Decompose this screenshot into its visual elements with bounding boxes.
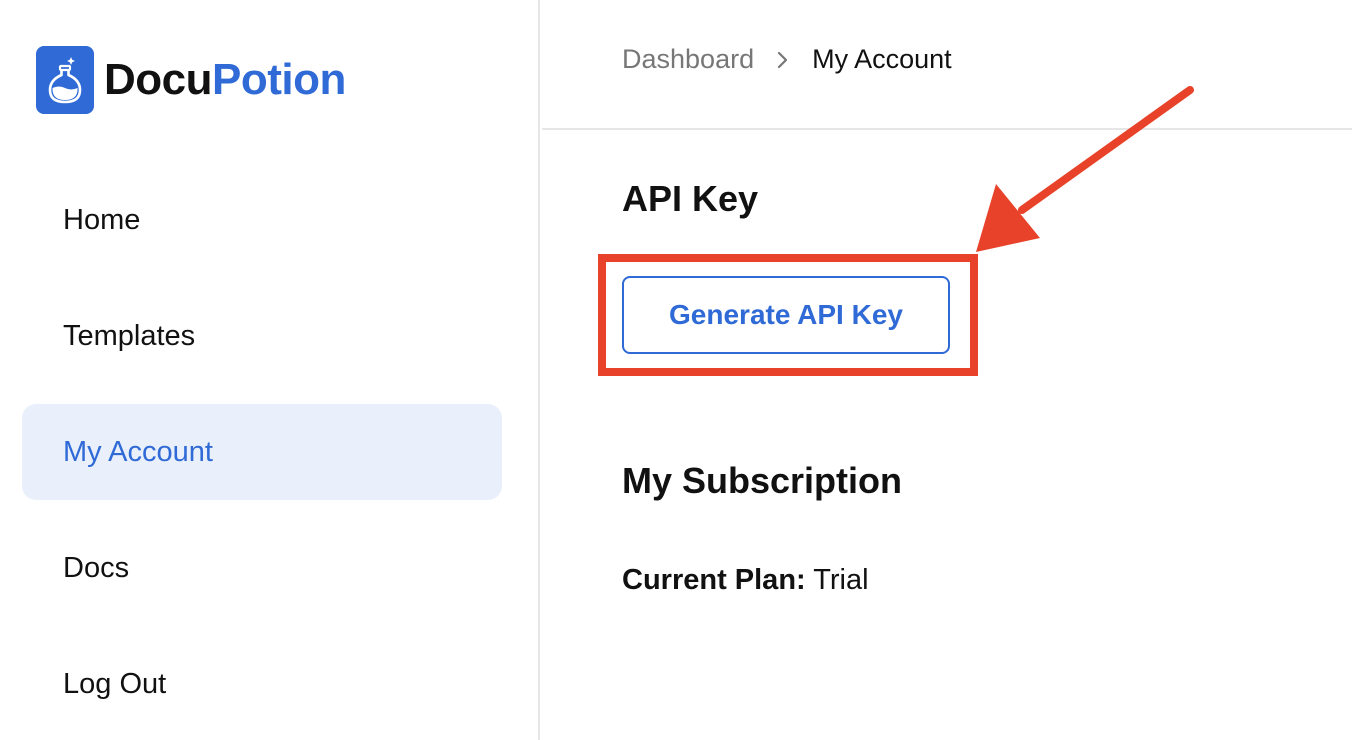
sidebar-item-home[interactable]: Home [22, 172, 502, 268]
sidebar-item-my-account[interactable]: My Account [22, 404, 502, 500]
current-plan-value: Trial [813, 564, 869, 596]
sidebar-item-docs[interactable]: Docs [22, 520, 502, 616]
brand-name-part2: Potion [212, 55, 346, 104]
sidebar-item-label: Home [63, 203, 141, 236]
sidebar-item-label: Templates [63, 319, 196, 352]
brand-logo[interactable]: DocuPotion [36, 46, 346, 114]
sidebar-item-log-out[interactable]: Log Out [22, 636, 502, 732]
brand-name: DocuPotion [104, 58, 346, 102]
page-header: Dashboard My Account [542, 0, 1352, 130]
api-key-heading: API Key [622, 178, 759, 219]
brand-name-part1: Docu [104, 55, 213, 104]
sidebar-nav: Home Templates My Account Docs Log Out [22, 172, 502, 740]
current-plan: Current Plan: Trial [622, 564, 869, 597]
sidebar-item-label: My Account [63, 435, 213, 468]
sidebar-item-label: Log Out [63, 667, 167, 700]
breadcrumb: Dashboard My Account [622, 44, 952, 75]
current-plan-label: Current Plan: [622, 564, 806, 596]
sidebar-item-templates[interactable]: Templates [22, 288, 502, 384]
potion-flask-icon [36, 46, 94, 114]
app-root: DocuPotion Home Templates My Account Doc… [0, 0, 1352, 740]
sidebar: DocuPotion Home Templates My Account Doc… [0, 0, 540, 740]
generate-api-key-button[interactable]: Generate API Key [622, 276, 950, 354]
chevron-right-icon [776, 50, 790, 70]
subscription-heading: My Subscription [622, 460, 903, 501]
breadcrumb-current: My Account [812, 44, 952, 74]
sidebar-item-label: Docs [63, 551, 130, 584]
breadcrumb-dashboard-link[interactable]: Dashboard [622, 44, 754, 75]
